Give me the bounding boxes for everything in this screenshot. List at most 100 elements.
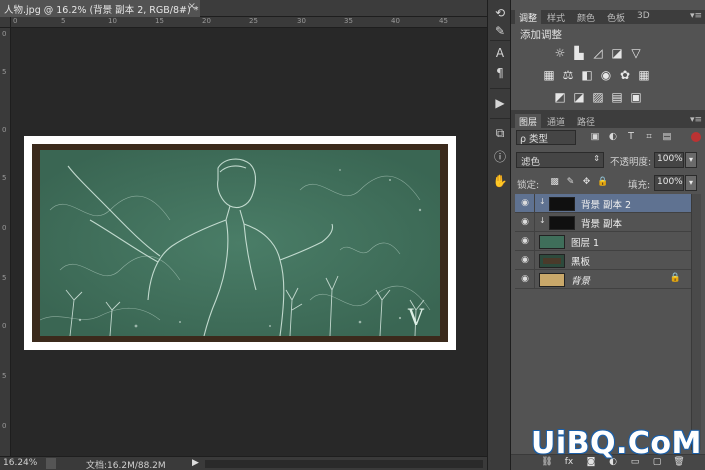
channel-mixer-icon[interactable]: ✿ <box>618 68 632 82</box>
ruler-mark: 0 <box>2 224 7 232</box>
layers-tabbar: 图层 通道 路径 ▾≡ <box>511 114 705 128</box>
gradient-map-icon[interactable]: ▤ <box>610 90 624 104</box>
eye-icon[interactable]: ◉ <box>519 255 531 266</box>
panel-menu-icon[interactable]: ▾≡ <box>690 11 702 21</box>
tab-layers[interactable]: 图层 <box>515 114 542 128</box>
opacity-dropdown-icon[interactable]: ▾ <box>685 152 697 168</box>
ruler-mark: 25 <box>249 17 258 25</box>
ruler-mark: 35 <box>344 17 353 25</box>
status-menu-arrow-icon[interactable]: ▶ <box>192 458 199 468</box>
blend-mode-value: 滤色 <box>521 157 541 168</box>
artwork-letter: V <box>408 306 424 331</box>
eye-icon[interactable]: ◉ <box>519 236 531 247</box>
chalk-artwork: V <box>40 150 440 336</box>
lock-icon: 🔒 <box>669 273 681 283</box>
horizontal-ruler[interactable]: 0 5 10 15 20 25 30 35 40 45 <box>11 17 487 28</box>
brightness-icon[interactable]: ☼ <box>553 46 567 60</box>
black-white-icon[interactable]: ◧ <box>580 68 594 82</box>
horizontal-scrollbar[interactable] <box>205 460 483 468</box>
layer-row[interactable]: ◉ ↓ 背景 副本 2 <box>515 194 691 213</box>
status-icon[interactable] <box>46 458 56 469</box>
pixel-filter-icon[interactable]: ▣ <box>589 131 601 143</box>
vibrance-icon[interactable]: ▽ <box>629 46 643 60</box>
ruler-mark: 5 <box>2 372 7 380</box>
layer-row[interactable]: ◉ 图层 1 <box>515 232 691 251</box>
paragraph-icon[interactable]: ¶ <box>491 64 509 82</box>
tab-styles[interactable]: 样式 <box>543 10 569 24</box>
ruler-mark: 45 <box>439 17 448 25</box>
tab-channels[interactable]: 通道 <box>543 114 569 128</box>
vertical-ruler[interactable]: 0 5 0 5 0 5 0 5 0 <box>0 28 11 456</box>
layer-thumbnail <box>539 254 565 268</box>
threshold-icon[interactable]: ▨ <box>591 90 605 104</box>
eye-icon[interactable]: ◉ <box>519 217 531 228</box>
puppet-icon[interactable]: ✋ <box>491 172 509 190</box>
layer-thumbnail <box>549 197 575 211</box>
zoom-level[interactable]: 16.24% <box>3 458 37 468</box>
tab-paths[interactable]: 路径 <box>573 114 599 128</box>
tab-swatches[interactable]: 色板 <box>603 10 629 24</box>
ruler-mark: 0 <box>2 422 7 430</box>
chevron-down-icon: ⇕ <box>593 154 600 163</box>
photoshop-window: 人物.jpg @ 16.2% (背景 副本 2, RGB/8#) * × 0 5… <box>0 0 705 470</box>
layers-panel-menu-icon[interactable]: ▾≡ <box>690 115 702 125</box>
exposure-icon[interactable]: ◪ <box>610 46 624 60</box>
layer-name: 黑板 <box>571 257 591 268</box>
smart-object-filter-icon[interactable]: ▤ <box>661 131 673 143</box>
lock-transparent-icon[interactable]: ▩ <box>549 177 560 188</box>
lock-pixels-icon[interactable]: ✎ <box>565 177 576 188</box>
eye-icon[interactable]: ◉ <box>519 198 531 209</box>
tab-color[interactable]: 颜色 <box>573 10 599 24</box>
document-tab[interactable]: 人物.jpg @ 16.2% (背景 副本 2, RGB/8#) * × <box>0 0 200 17</box>
history-icon[interactable]: ⟲ <box>491 4 509 22</box>
layer-row[interactable]: ◉ 黑板 <box>515 251 691 270</box>
color-lookup-icon[interactable]: ▦ <box>637 68 651 82</box>
blackboard-frame: V <box>32 144 448 342</box>
panel-icon-strip: ⟲ ✎ A ¶ ▶ ⧉ ⓘ ✋ <box>487 0 511 470</box>
layer-name: 背景 副本 2 <box>581 200 632 211</box>
opacity-field[interactable]: 100% <box>654 152 684 168</box>
levels-icon[interactable]: ▙ <box>572 46 586 60</box>
ruler-corner[interactable] <box>0 17 11 28</box>
selective-color-icon[interactable]: ▣ <box>629 90 643 104</box>
layer-row[interactable]: ◉ 背景 🔒 <box>515 270 691 289</box>
ruler-mark: 5 <box>61 17 66 25</box>
brush-icon[interactable]: ✎ <box>491 22 509 40</box>
curves-icon[interactable]: ◿ <box>591 46 605 60</box>
layer-row[interactable]: ◉ ↓ 背景 副本 <box>515 213 691 232</box>
layer-kind-filter[interactable]: ρ 类型 <box>516 130 576 145</box>
tab-3d[interactable]: 3D <box>633 10 654 24</box>
invert-icon[interactable]: ◩ <box>553 90 567 104</box>
document-canvas[interactable]: V <box>24 136 456 350</box>
color-balance-icon[interactable]: ⚖ <box>561 68 575 82</box>
lock-all-icon[interactable]: 🔒 <box>597 177 608 188</box>
fill-dropdown-icon[interactable]: ▾ <box>685 175 697 191</box>
clip-arrow-icon: ↓ <box>539 197 546 206</box>
layers-scrollbar[interactable] <box>691 194 701 450</box>
layer-thumbnail <box>539 235 565 249</box>
adjustments-title: 添加调整 <box>520 29 562 41</box>
layer-thumbnail <box>539 273 565 287</box>
lock-position-icon[interactable]: ✥ <box>581 177 592 188</box>
character-icon[interactable]: A <box>491 44 509 62</box>
play-icon[interactable]: ▶ <box>491 94 509 112</box>
tab-adjustments[interactable]: 调整 <box>515 10 542 24</box>
clip-arrow-icon: ↓ <box>539 216 546 225</box>
fill-field[interactable]: 100% <box>654 175 684 191</box>
canvas-area[interactable]: V <box>11 28 487 456</box>
eye-icon[interactable]: ◉ <box>519 274 531 285</box>
clone-icon[interactable]: ⧉ <box>491 124 509 142</box>
shape-filter-icon[interactable]: ⌗ <box>643 131 655 143</box>
adjustment-filter-icon[interactable]: ◐ <box>607 131 619 143</box>
ruler-mark: 0 <box>2 30 7 38</box>
document-info: 文档:16.2M/88.2M <box>86 461 166 470</box>
hue-saturation-icon[interactable]: ▦ <box>542 68 556 82</box>
type-filter-icon[interactable]: T <box>625 131 637 143</box>
photo-filter-icon[interactable]: ◉ <box>599 68 613 82</box>
posterize-icon[interactable]: ◪ <box>572 90 586 104</box>
close-icon[interactable]: × <box>188 1 196 12</box>
info-icon[interactable]: ⓘ <box>491 148 509 166</box>
filter-toggle-icon[interactable] <box>691 132 701 142</box>
layer-name: 背景 副本 <box>581 219 623 230</box>
blend-mode-select[interactable]: 滤色 ⇕ <box>516 152 604 168</box>
